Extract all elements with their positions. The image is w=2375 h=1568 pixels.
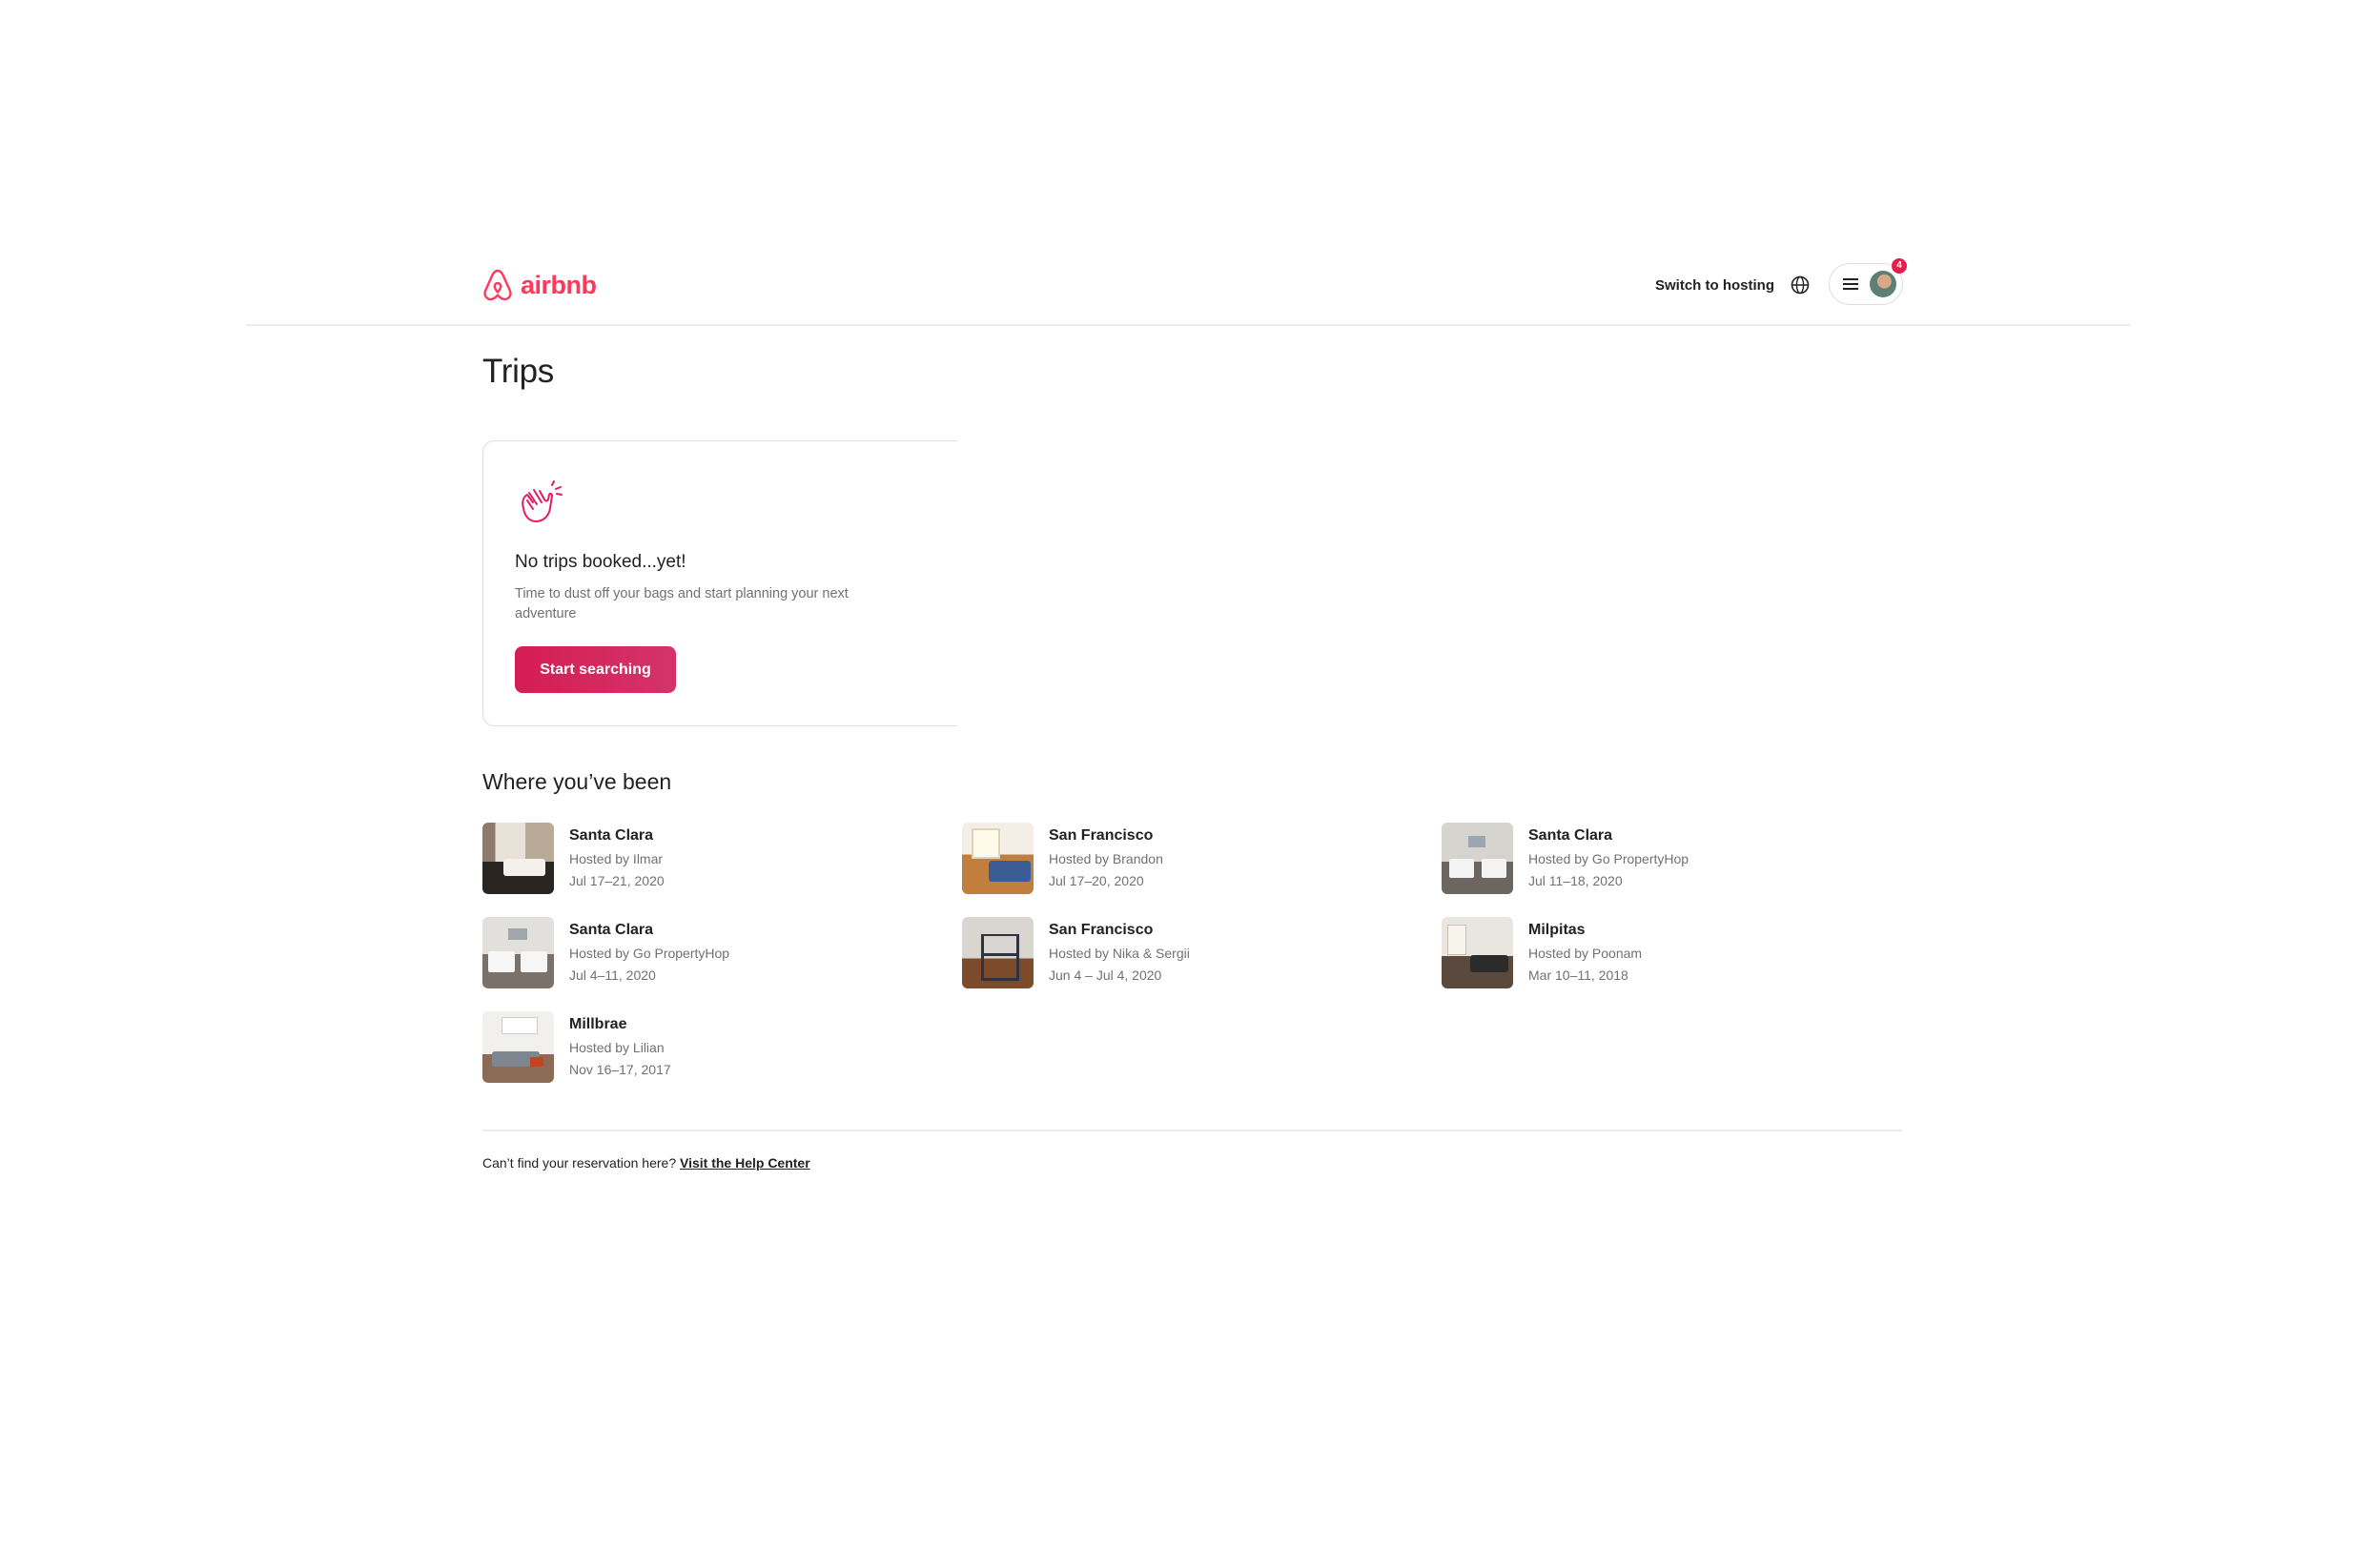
avatar: [1870, 271, 1896, 297]
past-trip-item[interactable]: Santa Clara Hosted by Ilmar Jul 17–21, 2…: [482, 823, 921, 895]
footer-help-text: Can’t find your reservation here?: [482, 1155, 677, 1171]
footer-help: Can’t find your reservation here? Visit …: [482, 1155, 810, 1171]
page-title: Trips: [482, 353, 554, 390]
airbnb-logo[interactable]: airbnb: [482, 268, 597, 302]
trip-dates: Jul 4–11, 2020: [569, 967, 656, 983]
past-trip-item[interactable]: Millbrae Hosted by Lilian Nov 16–17, 201…: [482, 1011, 921, 1084]
trip-host: Hosted by Lilian: [569, 1040, 665, 1055]
header-divider: [246, 324, 2130, 326]
past-trip-item[interactable]: San Francisco Hosted by Nika & Sergii Ju…: [962, 917, 1401, 989]
trip-dates: Jun 4 – Jul 4, 2020: [1049, 967, 1162, 983]
trip-host: Hosted by Brandon: [1049, 851, 1163, 866]
waving-hand-icon: [522, 480, 563, 522]
trip-city: Millbrae: [569, 1016, 627, 1032]
airbnb-wordmark: airbnb: [521, 270, 597, 299]
past-trip-item[interactable]: Santa Clara Hosted by Go PropertyHop Jul…: [1442, 823, 1880, 895]
trip-host: Hosted by Poonam: [1528, 946, 1643, 961]
trip-host: Hosted by Ilmar: [569, 851, 664, 866]
past-trip-item[interactable]: Santa Clara Hosted by Go PropertyHop Jul…: [482, 917, 921, 989]
empty-state-title: No trips booked...yet!: [515, 552, 686, 572]
listing-thumbnail: [962, 917, 1034, 988]
trip-host: Hosted by Go PropertyHop: [569, 946, 730, 961]
listing-thumbnail: [1442, 917, 1513, 988]
start-searching-button[interactable]: Start searching: [515, 646, 676, 693]
listing-thumbnail: [482, 823, 554, 894]
notification-badge: 4: [1891, 257, 1908, 275]
footer-divider: [482, 1130, 1902, 1131]
trips-page: airbnb Switch to hosting 4 Trips No trip…: [0, 0, 2375, 1568]
trip-dates: Jul 17–21, 2020: [569, 873, 665, 888]
trip-dates: Jul 17–20, 2020: [1049, 873, 1144, 888]
trip-host: Hosted by Go PropertyHop: [1528, 851, 1689, 866]
listing-thumbnail: [482, 1011, 554, 1083]
switch-to-hosting-link[interactable]: Switch to hosting: [1655, 272, 1774, 300]
trip-dates: Mar 10–11, 2018: [1528, 967, 1628, 983]
visit-help-center-link[interactable]: Visit the Help Center: [680, 1155, 810, 1171]
listing-thumbnail: [482, 917, 554, 988]
trip-city: Santa Clara: [1528, 827, 1613, 844]
past-trip-item[interactable]: San Francisco Hosted by Brandon Jul 17–2…: [962, 823, 1401, 895]
empty-state-subtitle: Time to dust off your bags and start pla…: [515, 586, 849, 621]
where-youve-been-title: Where you’ve been: [482, 769, 672, 794]
no-trips-card: No trips booked...yet! Time to dust off …: [482, 440, 957, 726]
airbnb-logo-icon: [483, 269, 512, 301]
trip-dates: Nov 16–17, 2017: [569, 1062, 671, 1077]
past-trip-item[interactable]: Milpitas Hosted by Poonam Mar 10–11, 201…: [1442, 917, 1880, 989]
trip-city: Santa Clara: [569, 827, 654, 844]
trip-dates: Jul 11–18, 2020: [1528, 873, 1623, 888]
trip-city: San Francisco: [1049, 922, 1154, 938]
listing-thumbnail: [962, 823, 1034, 894]
globe-icon[interactable]: [1790, 275, 1811, 295]
hamburger-menu-icon: [1843, 278, 1858, 290]
user-menu-button[interactable]: 4: [1829, 257, 1908, 305]
trip-city: San Francisco: [1049, 827, 1154, 844]
trip-city: Santa Clara: [569, 922, 654, 938]
trip-host: Hosted by Nika & Sergii: [1049, 946, 1190, 961]
listing-thumbnail: [1442, 823, 1513, 894]
trip-city: Milpitas: [1528, 922, 1586, 938]
